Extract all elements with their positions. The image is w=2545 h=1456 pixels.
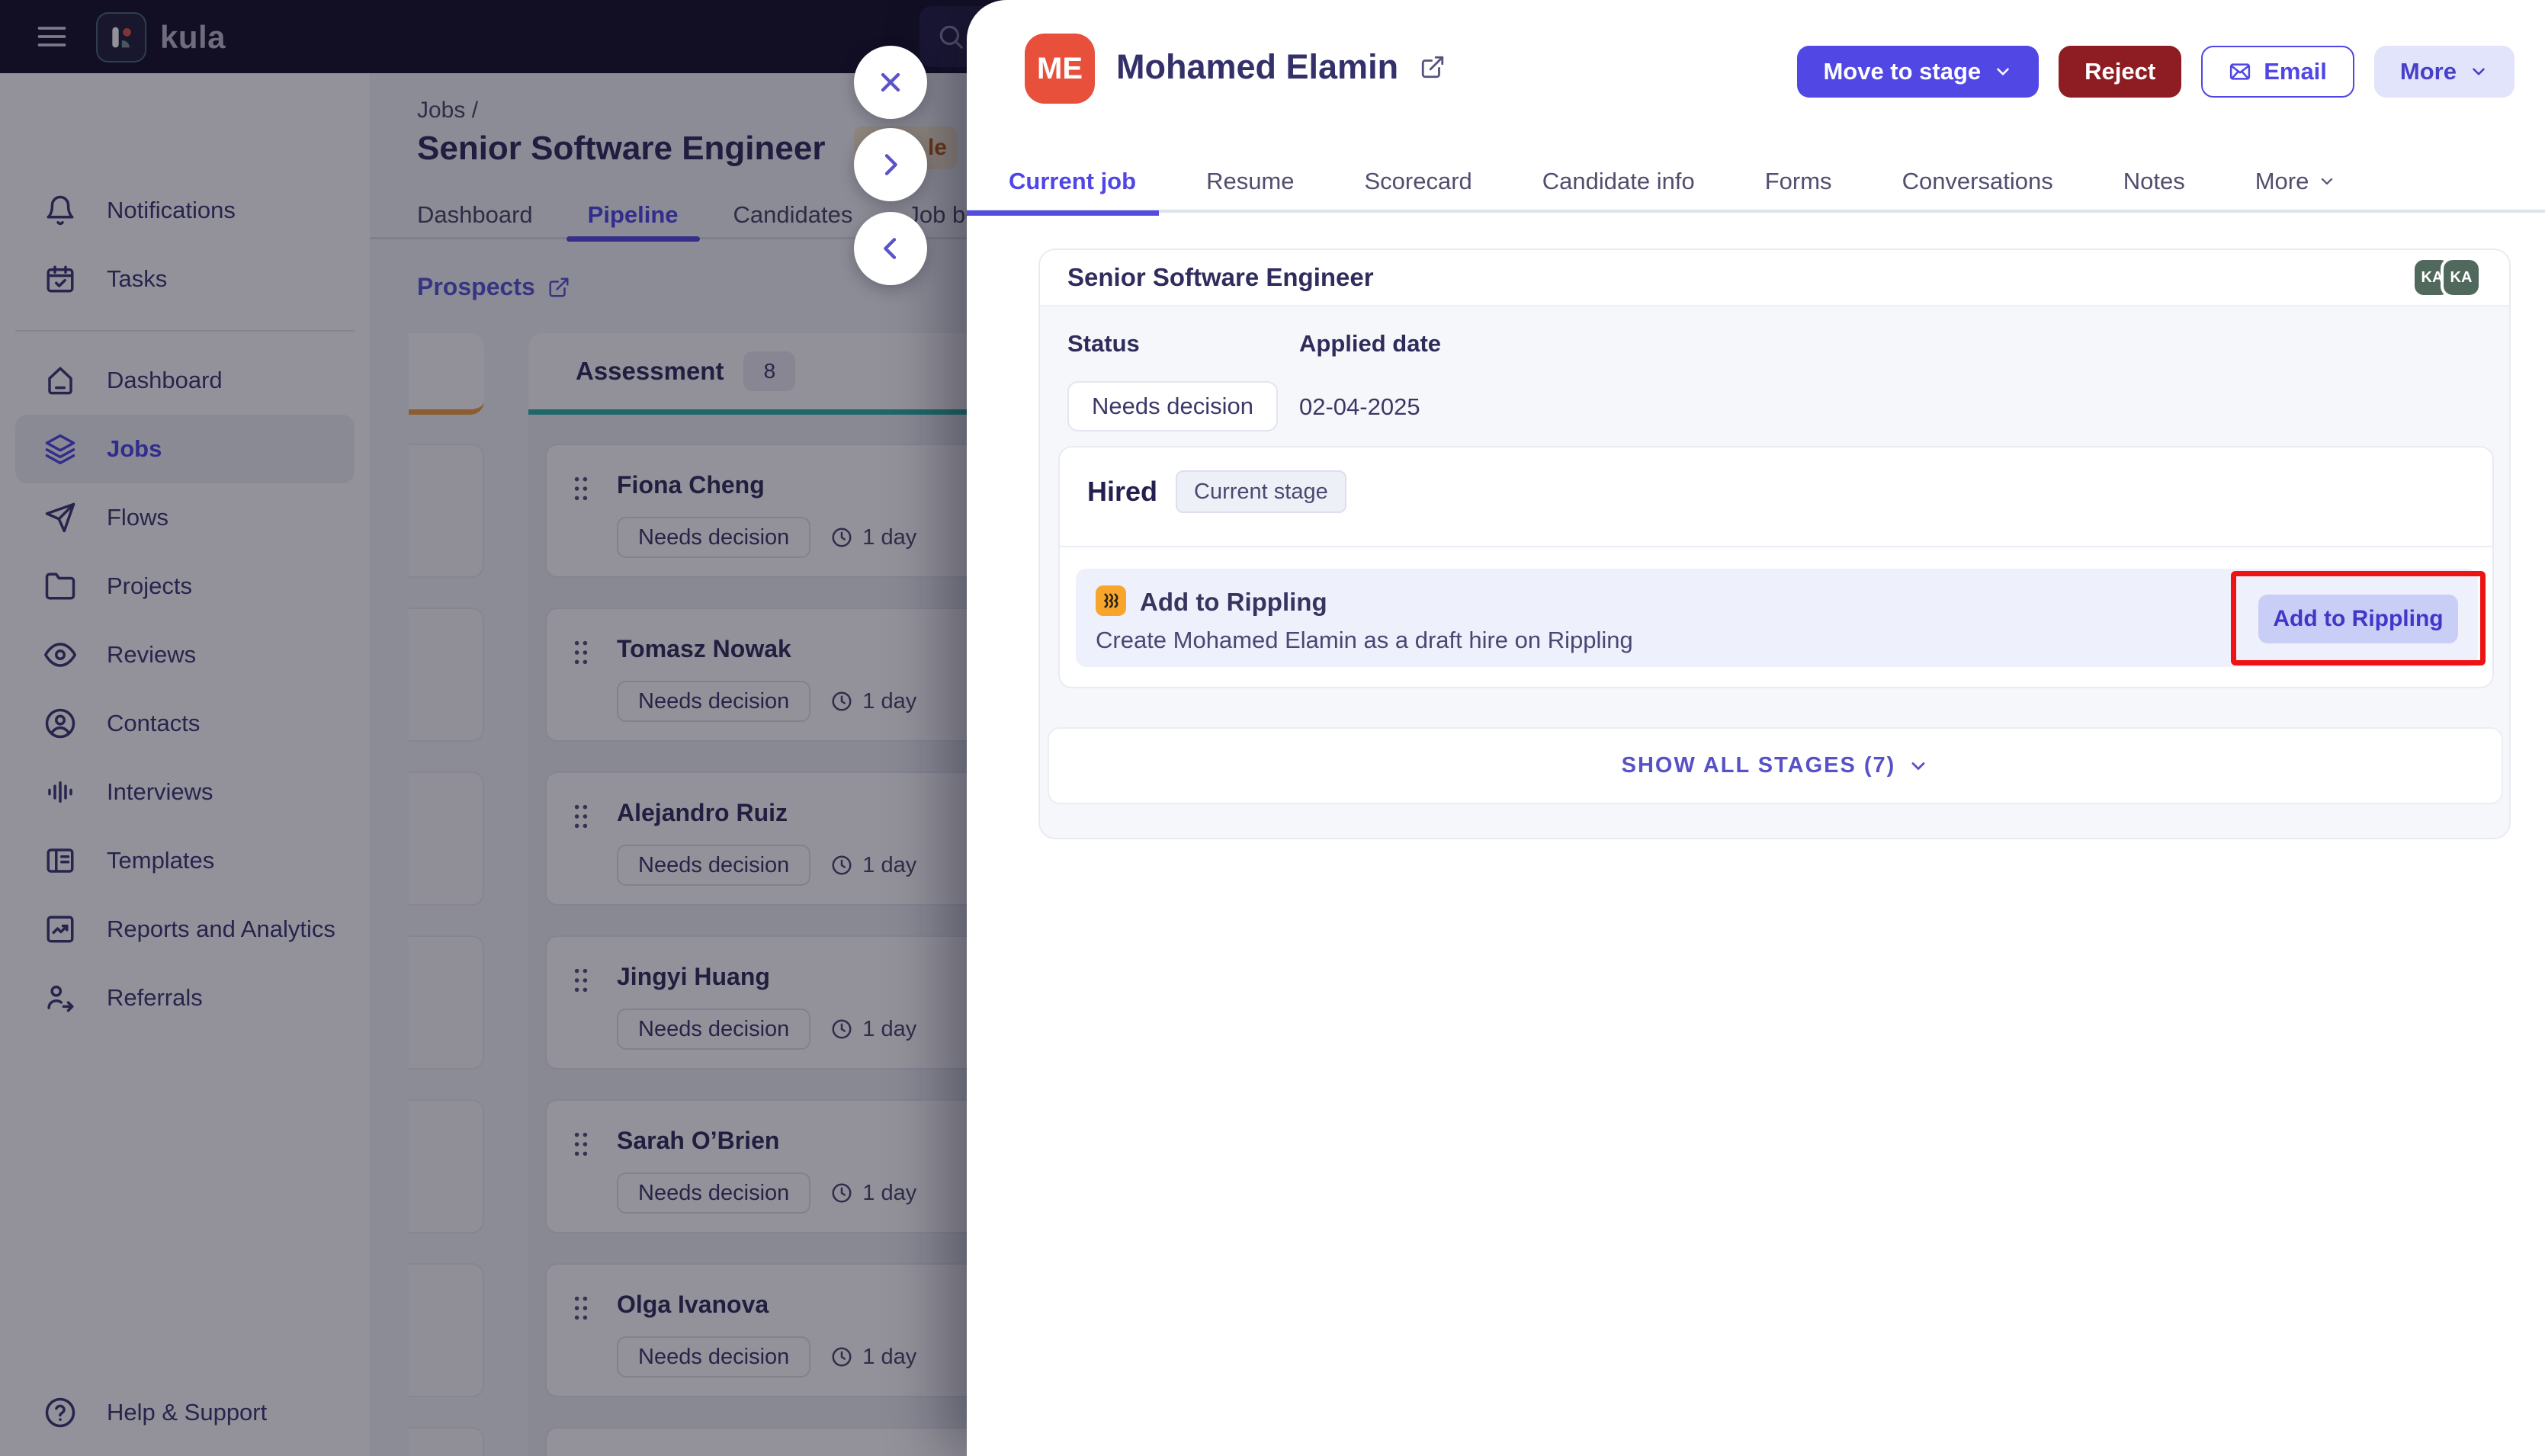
chevron-down-icon (1911, 762, 1925, 770)
add-to-rippling-button[interactable]: Add to Rippling (2258, 595, 2458, 643)
owner-avatar: KA (2441, 257, 2482, 298)
reject-button[interactable]: Reject (2059, 46, 2182, 98)
chevron-left-icon (884, 238, 897, 259)
divider (1060, 546, 2492, 547)
job-owners: KA KA (2415, 257, 2482, 298)
show-all-stages-button[interactable]: SHOW ALL STAGES (7) (1048, 727, 2503, 804)
chevron-right-icon (884, 154, 897, 175)
tab-candidate-info[interactable]: Candidate info (1542, 168, 1695, 195)
next-candidate-button[interactable] (854, 128, 927, 201)
more-button[interactable]: More (2373, 46, 2515, 98)
integration-title: Add to Rippling (1140, 588, 1327, 616)
chevron-down-icon (2322, 178, 2333, 184)
status-label: Status (1067, 330, 1140, 357)
status-value-badge: Needs decision (1067, 381, 1278, 431)
candidate-avatar: ME (1025, 34, 1095, 104)
tab-scorecard[interactable]: Scorecard (1365, 168, 1472, 195)
close-drawer-button[interactable] (854, 46, 927, 119)
current-job-card: Senior Software Engineer KA KA Status Ap… (1038, 249, 2511, 839)
tab-forms[interactable]: Forms (1765, 168, 1832, 195)
candidate-tabs: Current job Resume Scorecard Candidate i… (966, 152, 2545, 216)
candidate-actions: Move to stage Reject Email More (1797, 46, 2515, 98)
app: kula Notifications Tasks Dashboard Jobs … (0, 0, 2545, 1456)
candidate-drawer: ME Mohamed Elamin Move to stage Reject E… (966, 0, 2545, 1456)
candidate-header: Mohamed Elamin (1116, 47, 1446, 87)
chevron-down-icon (2473, 68, 2485, 75)
tab-current-job[interactable]: Current job (966, 168, 1160, 216)
candidate-full-name: Mohamed Elamin (1116, 47, 1399, 86)
email-button[interactable]: Email (2201, 46, 2354, 98)
integration-description: Create Mohamed Elamin as a draft hire on… (1096, 627, 1633, 653)
applied-date-label: Applied date (1299, 330, 1442, 357)
current-stage-badge: Current stage (1176, 470, 1346, 513)
chevron-down-icon (1997, 68, 2009, 75)
tab-notes[interactable]: Notes (2123, 168, 2185, 195)
close-icon (881, 72, 900, 92)
tab-resume[interactable]: Resume (1206, 168, 1294, 195)
job-card-header: Senior Software Engineer KA KA (1040, 250, 2509, 306)
tab-more[interactable]: More (2255, 168, 2337, 195)
envelope-icon (2230, 63, 2251, 80)
previous-candidate-button[interactable] (854, 212, 927, 285)
move-to-stage-button[interactable]: Move to stage (1797, 46, 2040, 98)
stage-name: Hired (1087, 476, 1158, 507)
hired-stage-card: Hired Current stage Add to Rippling Crea… (1058, 446, 2494, 688)
job-title: Senior Software Engineer (1067, 263, 1374, 291)
rippling-integration-row: Add to Rippling Create Mohamed Elamin as… (1076, 569, 2486, 667)
tab-conversations[interactable]: Conversations (1902, 168, 2053, 195)
rippling-logo-icon (1096, 585, 1126, 616)
applied-date-value: 02-04-2025 (1299, 393, 1420, 420)
open-profile-icon[interactable] (1420, 54, 1446, 80)
